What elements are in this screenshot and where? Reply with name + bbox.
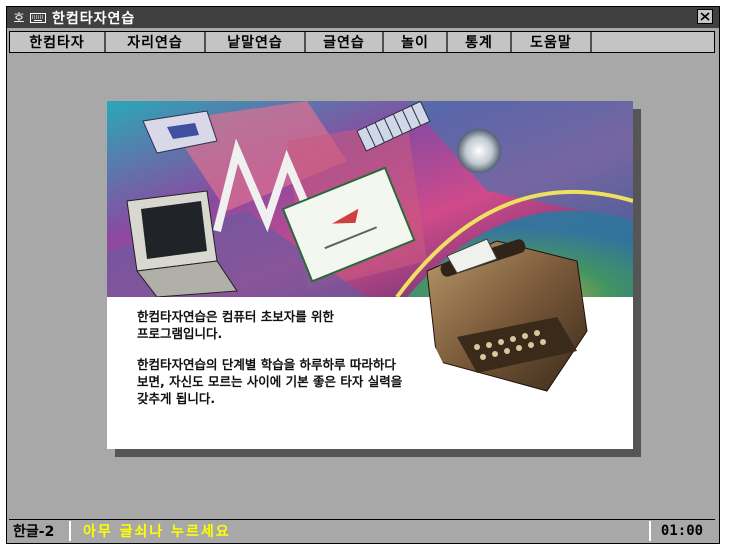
menu-games[interactable]: 놀이 <box>384 32 448 52</box>
title-bar: 호 한컴타자연습 <box>7 7 719 28</box>
intro-text: 한컴타자연습은 컴퓨터 초보자를 위한 프로그램입니다. 한컴타자연습의 단계별… <box>137 308 517 421</box>
menu-hancom-typing[interactable]: 한컴타자 <box>10 32 106 52</box>
intro-paragraph-1: 한컴타자연습은 컴퓨터 초보자를 위한 프로그램입니다. <box>137 309 335 341</box>
intro-card: 한컴타자연습은 컴퓨터 초보자를 위한 프로그램입니다. 한컴타자연습의 단계별… <box>107 101 633 449</box>
status-bar: 한글-2 아무 글쇠나 누르세요 01:00 <box>9 519 715 542</box>
menu-statistics[interactable]: 통계 <box>448 32 512 52</box>
menu-help[interactable]: 도움말 <box>512 32 592 52</box>
menu-position-practice[interactable]: 자리연습 <box>106 32 206 52</box>
keyboard-icon <box>30 12 46 23</box>
close-button[interactable] <box>697 9 713 24</box>
app-window: 호 한컴타자연습 한컴타자 자리연습 낱말연습 글연습 놀이 통계 도움말 한컴… <box>6 6 720 544</box>
system-menu-icon[interactable]: 호 <box>10 9 28 27</box>
menu-bar: 한컴타자 자리연습 낱말연습 글연습 놀이 통계 도움말 <box>9 31 715 53</box>
input-mode-indicator: 한글-2 <box>9 521 71 541</box>
clock: 01:00 <box>649 521 713 541</box>
close-icon <box>700 12 710 21</box>
menu-text-practice[interactable]: 글연습 <box>306 32 384 52</box>
intro-paragraph-2: 한컴타자연습의 단계별 학습을 하루하루 따라하다 보면, 자신도 모르는 사이… <box>137 357 403 406</box>
status-message: 아무 글쇠나 누르세요 <box>83 524 231 540</box>
menu-word-practice[interactable]: 낱말연습 <box>206 32 306 52</box>
window-title: 한컴타자연습 <box>52 10 136 27</box>
